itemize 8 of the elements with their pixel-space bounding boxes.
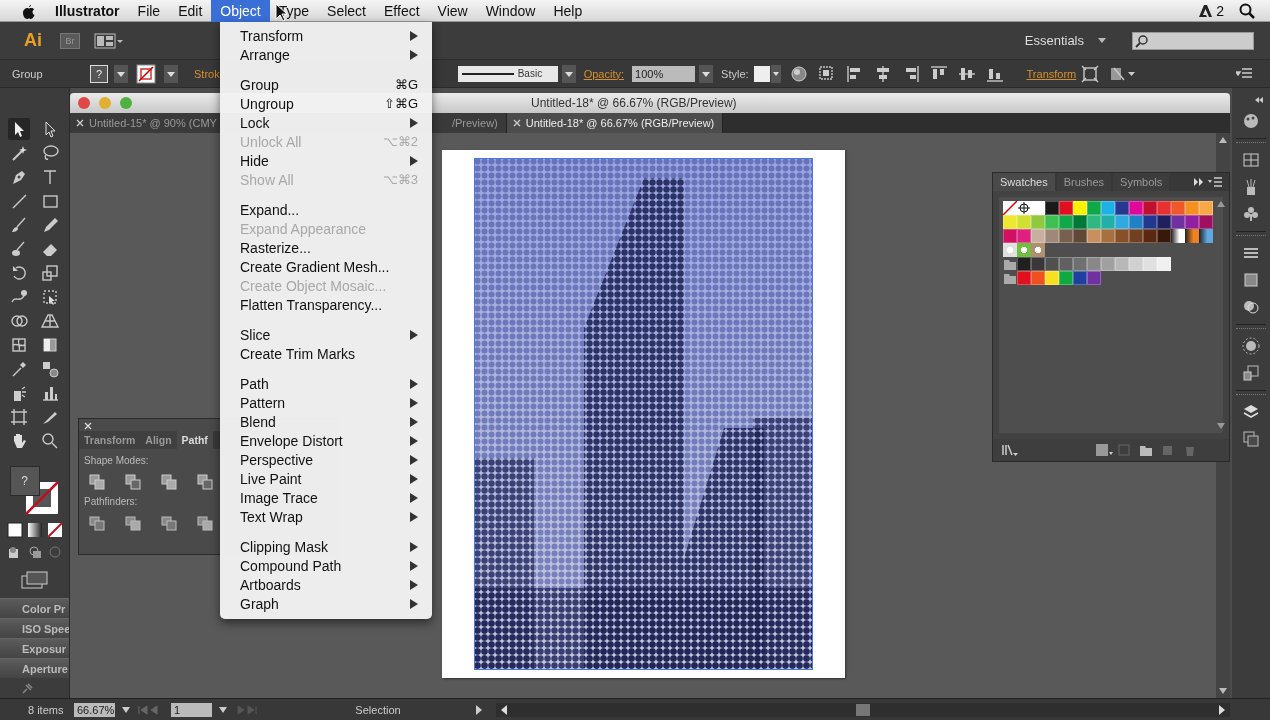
app-logo: Ai xyxy=(24,30,43,51)
style-label: Style: xyxy=(721,67,749,80)
selection-count: 8 items xyxy=(28,703,65,716)
window-title: Untitled-18* @ 66.67% (RGB/Preview) xyxy=(531,96,737,110)
selection-type-label: Group xyxy=(12,67,44,80)
badge-count: 2 xyxy=(1216,2,1224,19)
section-label: Shape Modes: xyxy=(84,455,149,466)
section-label: Pathfinders: xyxy=(84,496,138,507)
